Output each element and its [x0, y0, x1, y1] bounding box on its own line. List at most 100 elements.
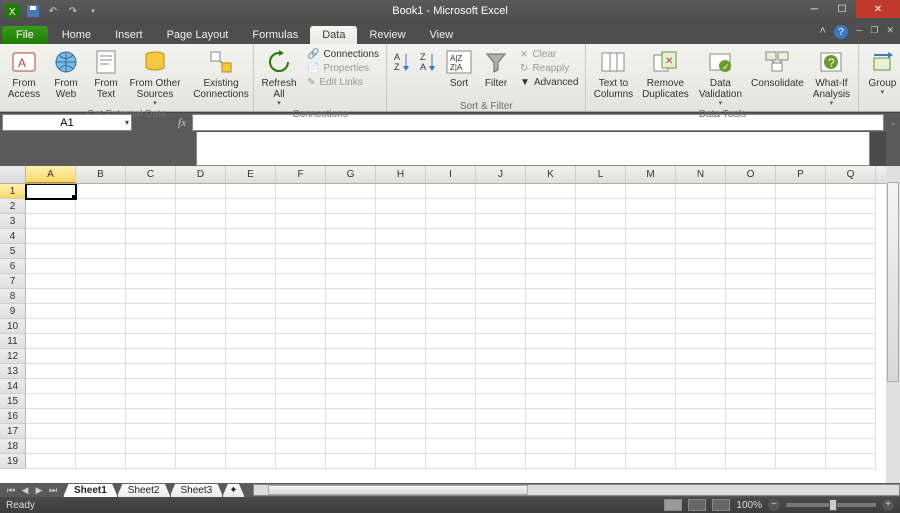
- row-header[interactable]: 8: [0, 289, 26, 304]
- cell[interactable]: [826, 364, 876, 379]
- cell[interactable]: [426, 199, 476, 214]
- row-header[interactable]: 7: [0, 274, 26, 289]
- cell[interactable]: [826, 184, 876, 199]
- data-validation-button[interactable]: ✓ Data Validation ▾: [693, 46, 747, 108]
- cell[interactable]: [226, 244, 276, 259]
- edit-links-button[interactable]: ✎Edit Links: [303, 76, 383, 89]
- cell[interactable]: [726, 259, 776, 274]
- cell[interactable]: [776, 424, 826, 439]
- expand-formula-bar-icon[interactable]: ⌄: [886, 113, 900, 132]
- undo-icon[interactable]: ↶: [44, 2, 62, 20]
- cell[interactable]: [526, 394, 576, 409]
- row-header[interactable]: 10: [0, 319, 26, 334]
- cell[interactable]: [676, 259, 726, 274]
- from-text-button[interactable]: From Text: [87, 46, 125, 100]
- cell[interactable]: [776, 304, 826, 319]
- cell[interactable]: [476, 454, 526, 469]
- cell[interactable]: [776, 199, 826, 214]
- cell[interactable]: [626, 394, 676, 409]
- cell[interactable]: [26, 214, 76, 229]
- row-header[interactable]: 2: [0, 199, 26, 214]
- cell[interactable]: [326, 259, 376, 274]
- cell[interactable]: [126, 214, 176, 229]
- cell[interactable]: [476, 409, 526, 424]
- cell[interactable]: [276, 364, 326, 379]
- cell[interactable]: [476, 424, 526, 439]
- cell[interactable]: [26, 364, 76, 379]
- cell[interactable]: [826, 349, 876, 364]
- cell[interactable]: [326, 319, 376, 334]
- cell[interactable]: [826, 304, 876, 319]
- column-header[interactable]: I: [426, 166, 476, 183]
- cell[interactable]: [326, 394, 376, 409]
- cell[interactable]: [626, 319, 676, 334]
- cell[interactable]: [126, 274, 176, 289]
- cell[interactable]: [76, 394, 126, 409]
- cell[interactable]: [576, 454, 626, 469]
- cell[interactable]: [226, 454, 276, 469]
- column-header[interactable]: L: [576, 166, 626, 183]
- cell[interactable]: [326, 229, 376, 244]
- cell[interactable]: [326, 274, 376, 289]
- chevron-down-icon[interactable]: ▾: [125, 118, 129, 127]
- cell[interactable]: [276, 214, 326, 229]
- close-button[interactable]: ✕: [856, 0, 900, 18]
- cell[interactable]: [676, 334, 726, 349]
- cell[interactable]: [26, 229, 76, 244]
- cell[interactable]: [76, 274, 126, 289]
- cell[interactable]: [76, 184, 126, 199]
- cell[interactable]: [676, 199, 726, 214]
- cell[interactable]: [76, 454, 126, 469]
- cell[interactable]: [526, 334, 576, 349]
- cell[interactable]: [276, 439, 326, 454]
- cell[interactable]: [376, 379, 426, 394]
- cell[interactable]: [726, 334, 776, 349]
- cell[interactable]: [726, 214, 776, 229]
- doc-restore-icon[interactable]: ❐: [870, 25, 878, 39]
- cell[interactable]: [276, 394, 326, 409]
- cell[interactable]: [726, 379, 776, 394]
- cell[interactable]: [226, 259, 276, 274]
- cell[interactable]: [726, 394, 776, 409]
- cell[interactable]: [576, 304, 626, 319]
- cell[interactable]: [626, 349, 676, 364]
- cell[interactable]: [576, 334, 626, 349]
- group-button[interactable]: Group ▾: [862, 46, 900, 100]
- row-header[interactable]: 19: [0, 454, 26, 469]
- cell[interactable]: [426, 259, 476, 274]
- cell[interactable]: [426, 274, 476, 289]
- zoom-in-button[interactable]: +: [882, 499, 894, 511]
- cell[interactable]: [276, 409, 326, 424]
- column-header[interactable]: Q: [826, 166, 876, 183]
- cell[interactable]: [26, 424, 76, 439]
- cell[interactable]: [726, 439, 776, 454]
- column-header[interactable]: D: [176, 166, 226, 183]
- cell[interactable]: [76, 424, 126, 439]
- cell[interactable]: [626, 199, 676, 214]
- cell[interactable]: [26, 319, 76, 334]
- cell[interactable]: [226, 289, 276, 304]
- cell[interactable]: [576, 259, 626, 274]
- doc-minimize-icon[interactable]: ─: [856, 25, 862, 39]
- cell[interactable]: [126, 439, 176, 454]
- cell[interactable]: [426, 379, 476, 394]
- cell[interactable]: [376, 184, 426, 199]
- consolidate-button[interactable]: Consolidate: [749, 46, 805, 100]
- cell[interactable]: [676, 274, 726, 289]
- cell[interactable]: [676, 394, 726, 409]
- cell[interactable]: [426, 304, 476, 319]
- cell[interactable]: [626, 379, 676, 394]
- cell[interactable]: [626, 439, 676, 454]
- cell[interactable]: [776, 439, 826, 454]
- cell[interactable]: [376, 214, 426, 229]
- cell[interactable]: [826, 244, 876, 259]
- cell[interactable]: [276, 199, 326, 214]
- row-header[interactable]: 14: [0, 379, 26, 394]
- cell[interactable]: [426, 289, 476, 304]
- cell[interactable]: [526, 199, 576, 214]
- cell[interactable]: [526, 289, 576, 304]
- column-header[interactable]: B: [76, 166, 126, 183]
- cell[interactable]: [426, 229, 476, 244]
- cell[interactable]: [426, 244, 476, 259]
- next-sheet-icon[interactable]: ▶: [32, 485, 46, 496]
